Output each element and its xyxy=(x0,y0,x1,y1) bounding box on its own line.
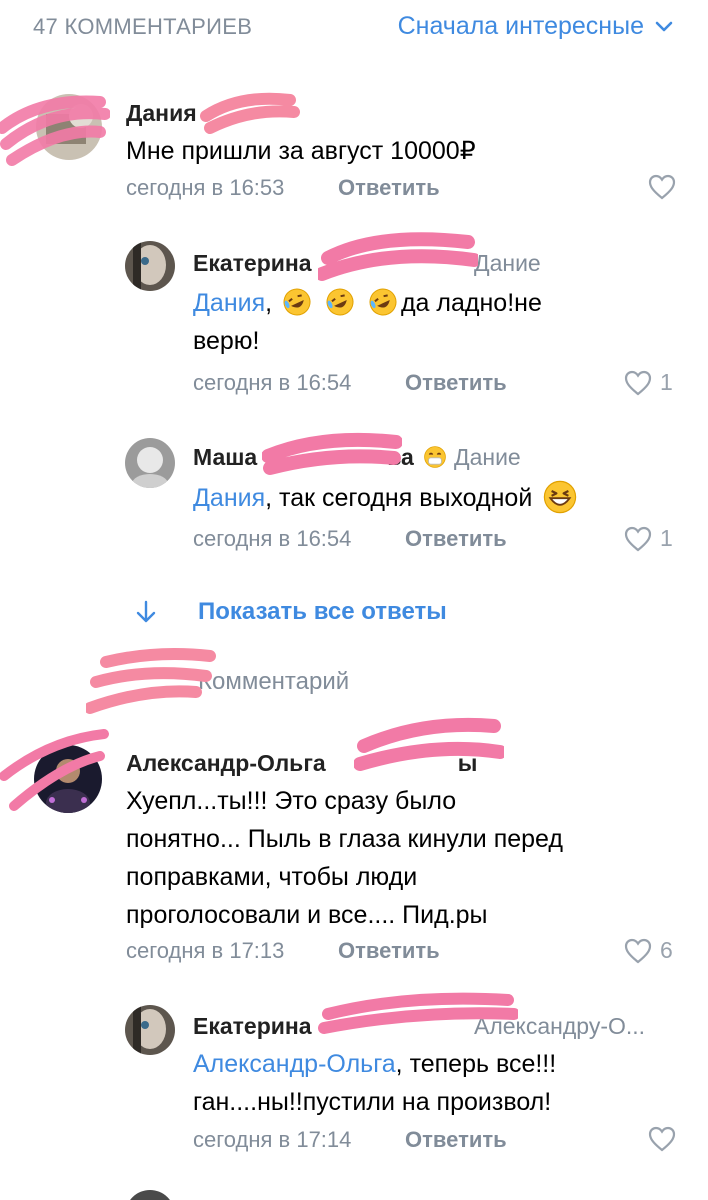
grinning-squinting-emoji xyxy=(544,480,577,514)
rolling-on-floor-laughing-emoji xyxy=(283,288,311,316)
comments-count: 47 КОММЕНТАРИЕВ xyxy=(33,14,253,39)
reply-time: сегодня в 16:54 xyxy=(193,526,352,551)
like-button[interactable]: 1 xyxy=(624,369,673,396)
comment-text: Мне пришли за август 10000₽ xyxy=(126,137,476,165)
arrow-down-icon xyxy=(136,600,156,623)
show-all-replies-label: Показать все ответы xyxy=(198,598,447,625)
heart-outline-icon xyxy=(648,1126,676,1152)
like-count: 1 xyxy=(660,525,673,551)
reply-to-name[interactable]: Дание xyxy=(454,444,521,471)
like-button[interactable]: 6 xyxy=(624,937,673,964)
reply-text: Дания, да ладно!не верю! xyxy=(193,284,613,360)
sort-label: Сначала интересные xyxy=(397,12,644,40)
comment-author[interactable]: Александр-Ольга ы xyxy=(126,750,477,777)
heart-outline-icon xyxy=(624,526,652,551)
reply-text: Александр-Ольга, теперь все!!! ган....ны… xyxy=(193,1045,633,1121)
comment-author-first: Александр-Ольга xyxy=(126,750,326,776)
reply-button[interactable]: Ответить xyxy=(338,175,440,201)
avatar[interactable] xyxy=(125,1190,175,1200)
smiling-face-emoji xyxy=(424,446,447,468)
reply-text: Дания, так сегодня выходной xyxy=(193,479,663,517)
reply-to-name[interactable]: Александру-О... xyxy=(474,1013,645,1040)
comment-text: Хуепл...ты!!! Это сразу было понятно... … xyxy=(126,787,563,929)
censor-scribble xyxy=(86,648,216,714)
comment-input[interactable]: Комментарий xyxy=(198,668,349,696)
like-count: 6 xyxy=(660,937,673,963)
heart-outline-icon xyxy=(624,938,652,963)
reply-button[interactable]: Ответить xyxy=(338,938,440,964)
reply-time: сегодня в 16:54 xyxy=(193,370,352,395)
mention-link[interactable]: Александр-Ольга xyxy=(193,1050,396,1078)
heart-outline-icon xyxy=(624,370,652,395)
reply-time: сегодня в 17:14 xyxy=(193,1127,352,1152)
rolling-on-floor-laughing-emoji xyxy=(326,288,354,316)
reply-author-first: Маша xyxy=(193,444,258,470)
avatar[interactable] xyxy=(34,745,102,813)
rolling-on-floor-laughing-emoji xyxy=(369,288,397,316)
like-button[interactable] xyxy=(648,1126,676,1152)
censor-scribble xyxy=(318,232,478,281)
reply-to-name[interactable]: Дание xyxy=(474,250,541,277)
comment-author[interactable]: Дания xyxy=(126,100,197,127)
comments-header: 47 КОММЕНТАРИЕВ Сначала интересные xyxy=(0,0,708,58)
comma: , xyxy=(265,289,273,317)
like-button[interactable]: 1 xyxy=(624,525,673,552)
reply-author[interactable]: Екатерина xyxy=(193,1013,312,1040)
comment-time: сегодня в 16:53 xyxy=(126,175,285,200)
like-count: 1 xyxy=(660,369,673,395)
mention-link[interactable]: Дания xyxy=(193,289,265,317)
comment-author-last: ы xyxy=(457,750,478,776)
chevron-down-icon xyxy=(655,21,673,31)
censor-scribble xyxy=(200,92,300,134)
avatar[interactable] xyxy=(125,438,175,488)
avatar[interactable] xyxy=(125,241,175,291)
reply-text-body: , так сегодня выходной xyxy=(265,484,533,512)
avatar[interactable] xyxy=(125,1005,175,1055)
reply-button[interactable]: Ответить xyxy=(405,370,507,396)
reply-button[interactable]: Ответить xyxy=(405,1127,507,1153)
heart-outline-icon xyxy=(648,174,676,200)
like-button[interactable] xyxy=(648,174,676,200)
show-all-replies-button[interactable]: Показать все ответы xyxy=(134,598,447,626)
reply-author[interactable]: Екатерина xyxy=(193,250,312,277)
reply-author[interactable]: Маша ва xyxy=(193,444,450,471)
avatar[interactable] xyxy=(36,94,102,160)
mention-link[interactable]: Дания xyxy=(193,484,265,512)
comment-time: сегодня в 17:13 xyxy=(126,938,285,963)
sort-dropdown[interactable]: Сначала интересные xyxy=(398,12,674,41)
reply-button[interactable]: Ответить xyxy=(405,526,507,552)
reply-author-last: ва xyxy=(387,444,414,470)
